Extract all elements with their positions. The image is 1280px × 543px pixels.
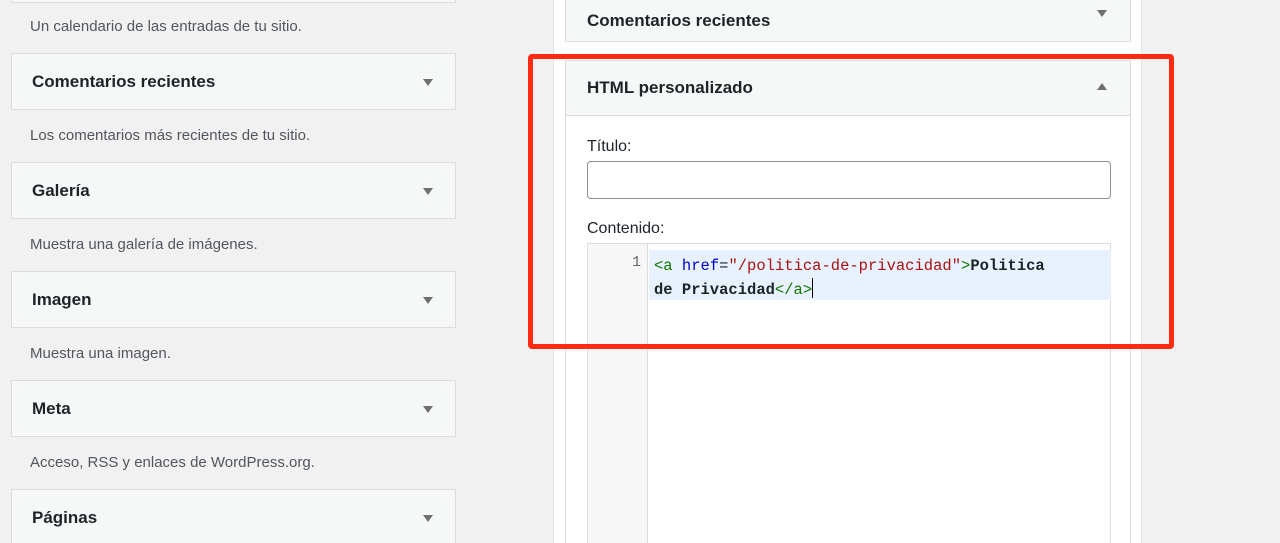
code-text-line1: Politica [970,257,1045,275]
title-label: Título: [587,138,632,155]
code-tag-open: <a [654,257,673,275]
title-input[interactable] [587,161,1111,199]
code-editor[interactable]: 1 <a href="/politica-de-privacidad">Poli… [587,243,1111,543]
calendar-widget-description: Un calendario de las entradas de tu siti… [30,18,302,35]
code-tag-close: </a> [774,281,813,299]
code-attribute: href [681,257,720,275]
code-string: "/politica-de-privacidad" [728,257,961,275]
widget-title: Meta [32,398,71,418]
widget-title: Comentarios recientes [587,10,771,30]
widget-galeria[interactable]: Galería [11,162,456,219]
arrow-down-icon[interactable] [423,79,433,86]
widget-title: HTML personalizado [587,78,753,97]
text-cursor [812,278,814,298]
sidebar-widget-html-personalizado: HTML personalizado Título: Contenido: 1 … [565,60,1131,543]
sidebar-widget-comentarios-recientes[interactable]: Comentarios recientes [565,0,1131,42]
arrow-down-icon[interactable] [423,297,433,304]
arrow-down-icon[interactable] [423,188,433,195]
widget-description: Muestra una imagen. [30,345,171,362]
widget-title: Comentarios recientes [32,71,216,91]
code-tag-bracket: > [961,257,971,275]
widget-title: Imagen [32,289,92,309]
widget-comentarios-recientes[interactable]: Comentarios recientes [11,53,456,110]
widget-imagen[interactable]: Imagen [11,271,456,328]
arrow-down-icon[interactable] [1097,10,1107,17]
widget-title: Galería [32,180,90,200]
widget-title: Páginas [32,507,98,527]
widgets-screen: Un calendario de las entradas de tu siti… [0,0,1280,543]
widget-meta[interactable]: Meta [11,380,456,437]
arrow-down-icon[interactable] [423,406,433,413]
code-text-line2: de Privacidad [654,281,775,299]
widget-header[interactable]: HTML personalizado [566,61,1130,116]
line-gutter: 1 [588,244,648,543]
widget-description: Los comentarios más recientes de tu siti… [30,127,311,144]
widget-description: Acceso, RSS y enlaces de WordPress.org. [30,454,315,471]
widget-paginas[interactable]: Páginas [11,489,456,543]
content-label: Contenido: [587,220,665,237]
code-content[interactable]: <a href="/politica-de-privacidad">Politi… [654,254,1104,302]
arrow-down-icon[interactable] [423,515,433,522]
widget-description: Muestra una galería de imágenes. [30,236,258,253]
available-widgets-list: Un calendario de las entradas de tu siti… [0,0,470,543]
arrow-up-icon[interactable] [1097,83,1107,90]
line-number: 1 [631,254,641,271]
calendar-widget-stub[interactable] [11,0,456,3]
